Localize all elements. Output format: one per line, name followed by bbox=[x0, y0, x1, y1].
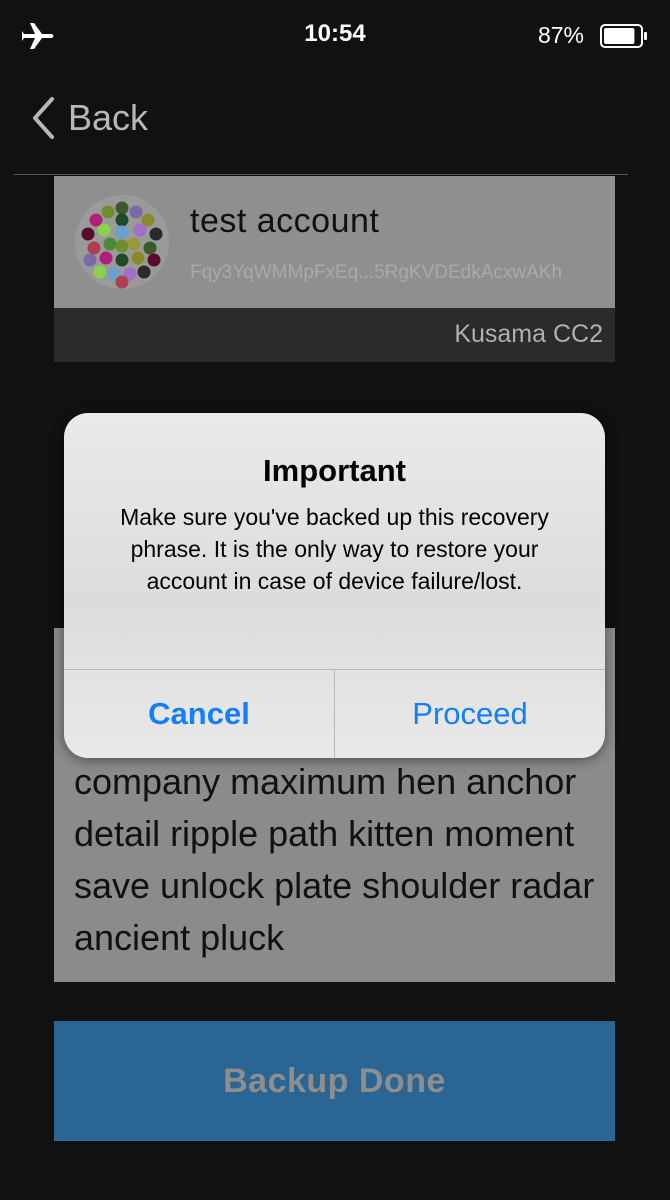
proceed-button[interactable]: Proceed bbox=[335, 670, 605, 758]
alert-message: Make sure you've backed up this recovery… bbox=[120, 504, 549, 594]
alert-dialog: Important Make sure you've backed up thi… bbox=[64, 413, 605, 758]
cancel-button[interactable]: Cancel bbox=[64, 670, 334, 758]
alert-title: Important bbox=[263, 453, 406, 488]
